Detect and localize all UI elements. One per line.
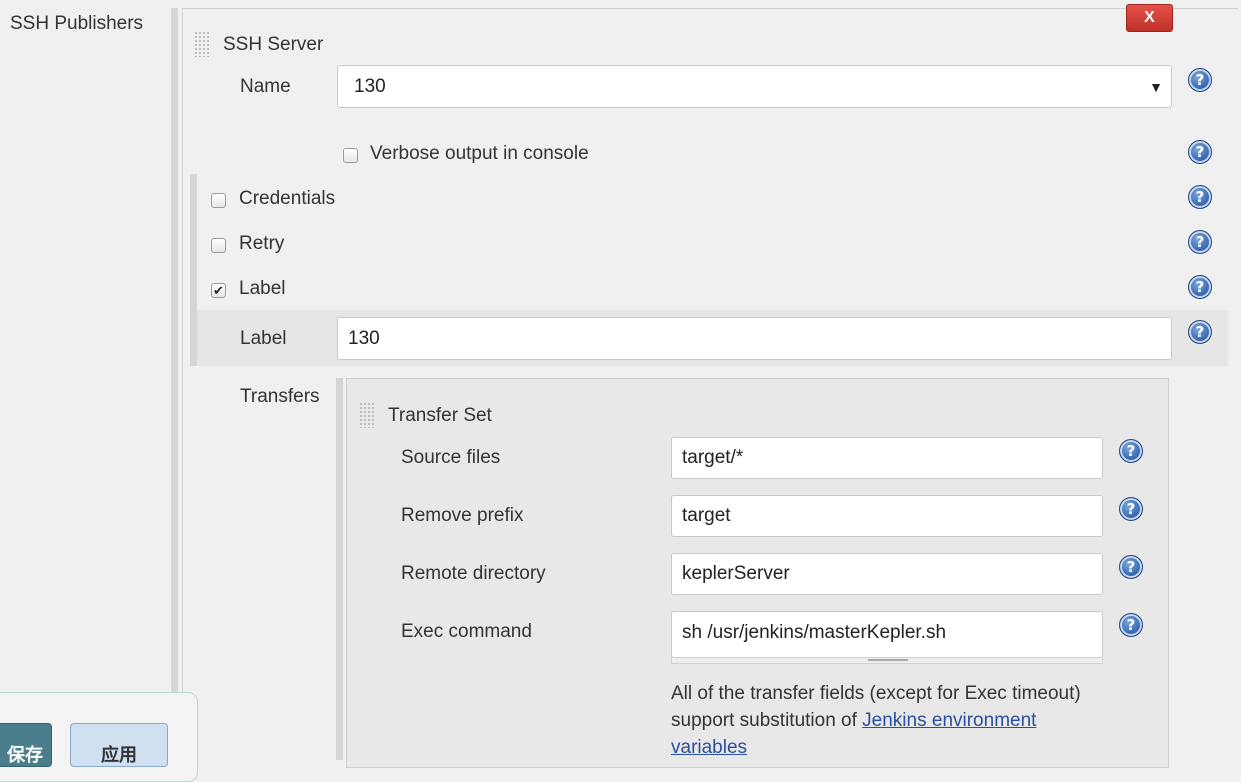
transfers-bar bbox=[336, 378, 343, 760]
help-icon[interactable]: ? bbox=[1188, 320, 1212, 344]
label-checkbox-label: Label bbox=[239, 278, 286, 299]
apply-label: 应用 bbox=[101, 745, 137, 765]
help-icon[interactable]: ? bbox=[1188, 140, 1212, 164]
remote-directory-label: Remote directory bbox=[401, 563, 546, 584]
source-files-value: target/* bbox=[682, 447, 744, 468]
advanced-group-bar bbox=[190, 174, 197, 366]
remove-prefix-value: target bbox=[682, 505, 731, 526]
help-icon[interactable]: ? bbox=[1188, 275, 1212, 299]
ssh-server-heading: SSH Server bbox=[223, 34, 324, 55]
help-icon[interactable]: ? bbox=[1188, 68, 1212, 92]
verbose-label: Verbose output in console bbox=[370, 143, 589, 164]
retry-label: Retry bbox=[239, 233, 285, 254]
label-input[interactable]: 130 bbox=[337, 317, 1172, 360]
textarea-resize-handle[interactable] bbox=[671, 657, 1103, 664]
help-icon[interactable]: ? bbox=[1119, 497, 1143, 521]
help-icon[interactable]: ? bbox=[1188, 230, 1212, 254]
section-bar bbox=[171, 8, 178, 760]
remote-directory-input[interactable]: keplerServer bbox=[671, 553, 1103, 595]
drag-handle-icon[interactable] bbox=[194, 31, 210, 57]
exec-command-textarea[interactable]: sh /usr/jenkins/masterKepler.sh bbox=[671, 611, 1103, 658]
name-select-value: 130 bbox=[354, 75, 386, 97]
save-label: 保存 bbox=[7, 745, 43, 765]
help-icon[interactable]: ? bbox=[1119, 555, 1143, 579]
section-label: SSH Publishers bbox=[10, 13, 144, 34]
name-label: Name bbox=[240, 76, 291, 97]
remote-directory-value: keplerServer bbox=[682, 563, 790, 584]
save-button[interactable]: 保存 bbox=[0, 723, 52, 767]
drag-handle-icon[interactable] bbox=[359, 402, 375, 428]
label-checkbox[interactable]: ✔ bbox=[211, 283, 226, 298]
transfers-label: Transfers bbox=[240, 386, 320, 407]
credentials-checkbox[interactable] bbox=[211, 193, 226, 208]
remove-prefix-input[interactable]: target bbox=[671, 495, 1103, 537]
label-field-label: Label bbox=[240, 328, 287, 349]
retry-checkbox[interactable] bbox=[211, 238, 226, 253]
name-select[interactable]: 130 ▼ bbox=[337, 65, 1172, 108]
substitution-note: All of the transfer fields (except for E… bbox=[671, 680, 1111, 761]
help-icon[interactable]: ? bbox=[1119, 439, 1143, 463]
delete-server-button[interactable]: X bbox=[1126, 4, 1173, 32]
transfer-set-heading: Transfer Set bbox=[388, 405, 492, 426]
check-icon: ✔ bbox=[213, 283, 224, 298]
help-icon[interactable]: ? bbox=[1188, 185, 1212, 209]
help-icon[interactable]: ? bbox=[1119, 613, 1143, 637]
dropdown-arrow-icon: ▼ bbox=[1149, 78, 1163, 95]
exec-command-label: Exec command bbox=[401, 621, 532, 642]
source-files-label: Source files bbox=[401, 447, 501, 468]
apply-button[interactable]: 应用 bbox=[70, 723, 168, 767]
label-input-value: 130 bbox=[348, 327, 380, 349]
exec-command-value: sh /usr/jenkins/masterKepler.sh bbox=[682, 622, 947, 643]
remove-prefix-label: Remove prefix bbox=[401, 505, 524, 526]
verbose-checkbox[interactable] bbox=[343, 148, 358, 163]
close-label: X bbox=[1144, 9, 1155, 26]
source-files-input[interactable]: target/* bbox=[671, 437, 1103, 479]
credentials-label: Credentials bbox=[239, 188, 336, 209]
